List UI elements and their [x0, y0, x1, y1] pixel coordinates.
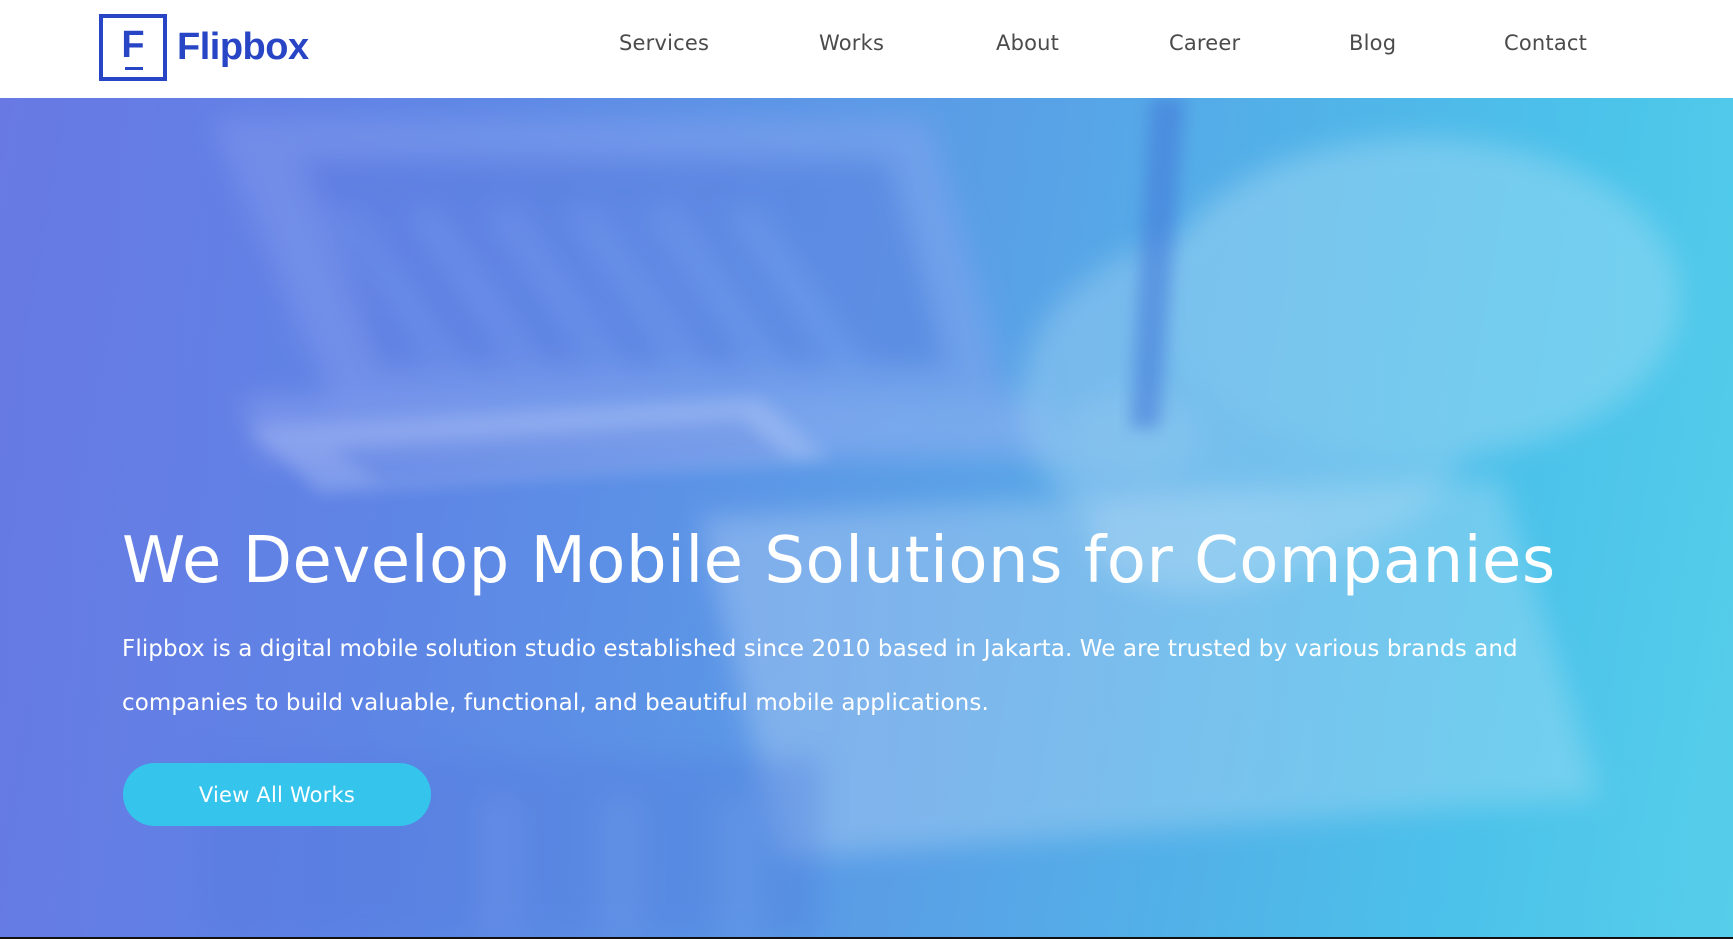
logo-underline: [125, 67, 143, 70]
hero-section: We Develop Mobile Solutions for Companie…: [0, 98, 1733, 937]
nav-item-blog[interactable]: Blog: [1349, 31, 1396, 55]
page: F Flipbox Services Works About Career Bl…: [0, 0, 1733, 939]
hero-subtitle: Flipbox is a digital mobile solution stu…: [122, 636, 1518, 717]
view-all-works-button[interactable]: View All Works: [123, 763, 431, 826]
nav-item-contact[interactable]: Contact: [1504, 31, 1587, 55]
nav-item-services[interactable]: Services: [619, 31, 709, 55]
site-header: F Flipbox Services Works About Career Bl…: [0, 0, 1733, 98]
brand-logo[interactable]: F Flipbox: [99, 14, 309, 81]
hero-title: We Develop Mobile Solutions for Companie…: [122, 524, 1556, 598]
hero-content: We Develop Mobile Solutions for Companie…: [122, 526, 1622, 730]
logo-letter: F: [121, 24, 145, 66]
brand-name: Flipbox: [177, 25, 309, 68]
nav-item-works[interactable]: Works: [819, 31, 884, 55]
logo-mark-icon: F: [99, 14, 167, 81]
nav-item-career[interactable]: Career: [1169, 31, 1240, 55]
nav-item-about[interactable]: About: [996, 31, 1059, 55]
